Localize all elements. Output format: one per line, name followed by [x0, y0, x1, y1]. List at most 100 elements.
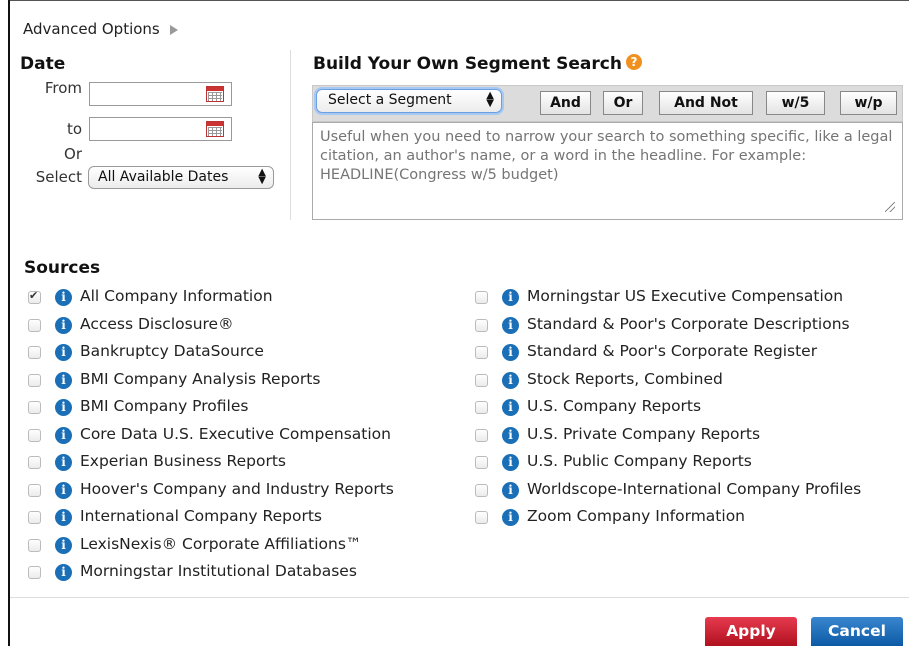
source-item[interactable]: i Morningstar Institutional Databases	[28, 562, 448, 586]
advanced-options-label: Advanced Options	[23, 20, 160, 38]
apply-button[interactable]: Apply	[705, 617, 797, 646]
source-item[interactable]: i Experian Business Reports	[28, 452, 448, 476]
source-label: Bankruptcy DataSource	[80, 342, 264, 360]
source-label: Morningstar Institutional Databases	[80, 562, 357, 580]
or-label: Or	[64, 145, 82, 163]
info-icon[interactable]: i	[55, 316, 72, 334]
source-checkbox[interactable]	[28, 373, 41, 387]
source-label: Stock Reports, Combined	[527, 369, 723, 388]
source-checkbox[interactable]	[475, 346, 488, 359]
info-icon[interactable]: i	[55, 344, 72, 361]
advanced-options-toggle[interactable]: Advanced Options	[23, 20, 178, 38]
source-item[interactable]: i LexisNexis® Corporate Affiliations™	[28, 535, 448, 559]
source-item[interactable]: i All Company Information	[28, 287, 448, 311]
source-label: LexisNexis® Corporate Affiliations™	[80, 534, 362, 553]
source-item[interactable]: i Access Disclosure®	[28, 315, 448, 339]
source-item[interactable]: i Standard & Poor's Corporate Description…	[475, 315, 895, 339]
source-checkbox[interactable]	[28, 318, 41, 332]
source-item[interactable]: i Hoover's Company and Industry Reports	[28, 480, 448, 504]
source-item[interactable]: i U.S. Private Company Reports	[475, 425, 895, 449]
source-label: Morningstar US Executive Compensation	[527, 287, 844, 305]
info-icon[interactable]: i	[502, 426, 519, 444]
info-icon[interactable]: i	[55, 426, 72, 444]
and-not-button[interactable]: And Not	[659, 91, 753, 115]
source-checkbox[interactable]	[28, 289, 41, 304]
segment-search-textarea[interactable]	[312, 122, 903, 220]
source-item[interactable]: i Bankruptcy DataSource	[28, 342, 448, 366]
info-icon[interactable]: i	[55, 454, 72, 471]
source-label: International Company Reports	[80, 507, 322, 525]
source-item[interactable]: i International Company Reports	[28, 507, 448, 531]
info-icon[interactable]: i	[55, 289, 72, 306]
info-icon[interactable]: i	[55, 509, 72, 526]
section-divider	[290, 50, 291, 220]
source-checkbox[interactable]	[28, 566, 41, 579]
calendar-icon[interactable]	[206, 121, 224, 137]
source-checkbox[interactable]	[28, 538, 41, 552]
source-checkbox[interactable]	[28, 483, 41, 497]
triangle-right-icon	[169, 24, 178, 35]
select-label: Select	[35, 168, 82, 186]
info-icon[interactable]: i	[502, 371, 519, 389]
date-heading: Date	[20, 54, 66, 74]
wp-button[interactable]: w/p	[840, 91, 897, 115]
source-checkbox[interactable]	[475, 373, 488, 387]
source-checkbox[interactable]	[475, 318, 488, 332]
source-checkbox[interactable]	[475, 483, 488, 497]
segment-search-heading: Build Your Own Segment Search?	[313, 54, 642, 74]
resize-handle-icon[interactable]	[885, 202, 895, 212]
source-label: BMI Company Profiles	[80, 397, 249, 415]
info-icon[interactable]: i	[502, 344, 519, 361]
info-icon[interactable]: i	[502, 316, 519, 334]
source-checkbox[interactable]	[475, 456, 488, 469]
w5-button[interactable]: w/5	[766, 91, 825, 115]
from-label: From	[44, 79, 82, 97]
help-icon[interactable]: ?	[625, 54, 642, 70]
date-range-select[interactable]: All Available Dates ▲ ▼	[88, 166, 274, 189]
info-icon[interactable]: i	[502, 399, 519, 416]
info-icon[interactable]: i	[55, 564, 72, 581]
info-icon[interactable]: i	[55, 399, 72, 416]
dialog-left-border	[8, 0, 10, 646]
source-checkbox[interactable]	[475, 401, 488, 414]
source-item[interactable]: i BMI Company Profiles	[28, 397, 448, 421]
source-label: U.S. Public Company Reports	[527, 452, 752, 470]
to-label: to	[66, 120, 82, 138]
source-checkbox[interactable]	[28, 511, 41, 524]
segment-select-value: Select a Segment	[328, 92, 452, 108]
source-checkbox[interactable]	[475, 511, 488, 524]
info-icon[interactable]: i	[502, 509, 519, 526]
source-checkbox[interactable]	[475, 291, 488, 304]
source-item[interactable]: i Worldscope-International Company Profil…	[475, 480, 895, 504]
source-item[interactable]: i Core Data U.S. Executive Compensation	[28, 425, 448, 449]
source-label: Standard & Poor's Corporate Descriptions	[527, 314, 850, 333]
info-icon[interactable]: i	[502, 289, 519, 306]
or-button[interactable]: Or	[603, 91, 643, 115]
source-label: Worldscope-International Company Profile…	[527, 479, 862, 498]
source-checkbox[interactable]	[28, 428, 41, 442]
source-label: Zoom Company Information	[527, 507, 745, 525]
source-checkbox[interactable]	[28, 401, 41, 414]
and-button[interactable]: And	[540, 91, 591, 115]
info-icon[interactable]: i	[502, 481, 519, 499]
segment-search-title: Build Your Own Segment Search	[313, 54, 622, 74]
info-icon[interactable]: i	[55, 481, 72, 499]
source-checkbox[interactable]	[475, 428, 488, 442]
source-item[interactable]: i Standard & Poor's Corporate Register	[475, 342, 895, 366]
source-item[interactable]: i U.S. Public Company Reports	[475, 452, 895, 476]
segment-select[interactable]: Select a Segment ▲ ▼	[316, 89, 502, 113]
cancel-button[interactable]: Cancel	[811, 617, 903, 646]
source-item[interactable]: i Stock Reports, Combined	[475, 370, 895, 394]
source-checkbox[interactable]	[28, 456, 41, 469]
source-label: U.S. Company Reports	[527, 397, 702, 415]
info-icon[interactable]: i	[502, 454, 519, 471]
source-item[interactable]: i BMI Company Analysis Reports	[28, 370, 448, 394]
calendar-icon[interactable]	[206, 86, 224, 102]
info-icon[interactable]: i	[55, 536, 72, 554]
date-range-value: All Available Dates	[98, 169, 229, 185]
source-checkbox[interactable]	[28, 346, 41, 359]
source-item[interactable]: i Zoom Company Information	[475, 507, 895, 531]
info-icon[interactable]: i	[55, 371, 72, 389]
source-item[interactable]: i Morningstar US Executive Compensation	[475, 287, 895, 311]
source-item[interactable]: i U.S. Company Reports	[475, 397, 895, 421]
